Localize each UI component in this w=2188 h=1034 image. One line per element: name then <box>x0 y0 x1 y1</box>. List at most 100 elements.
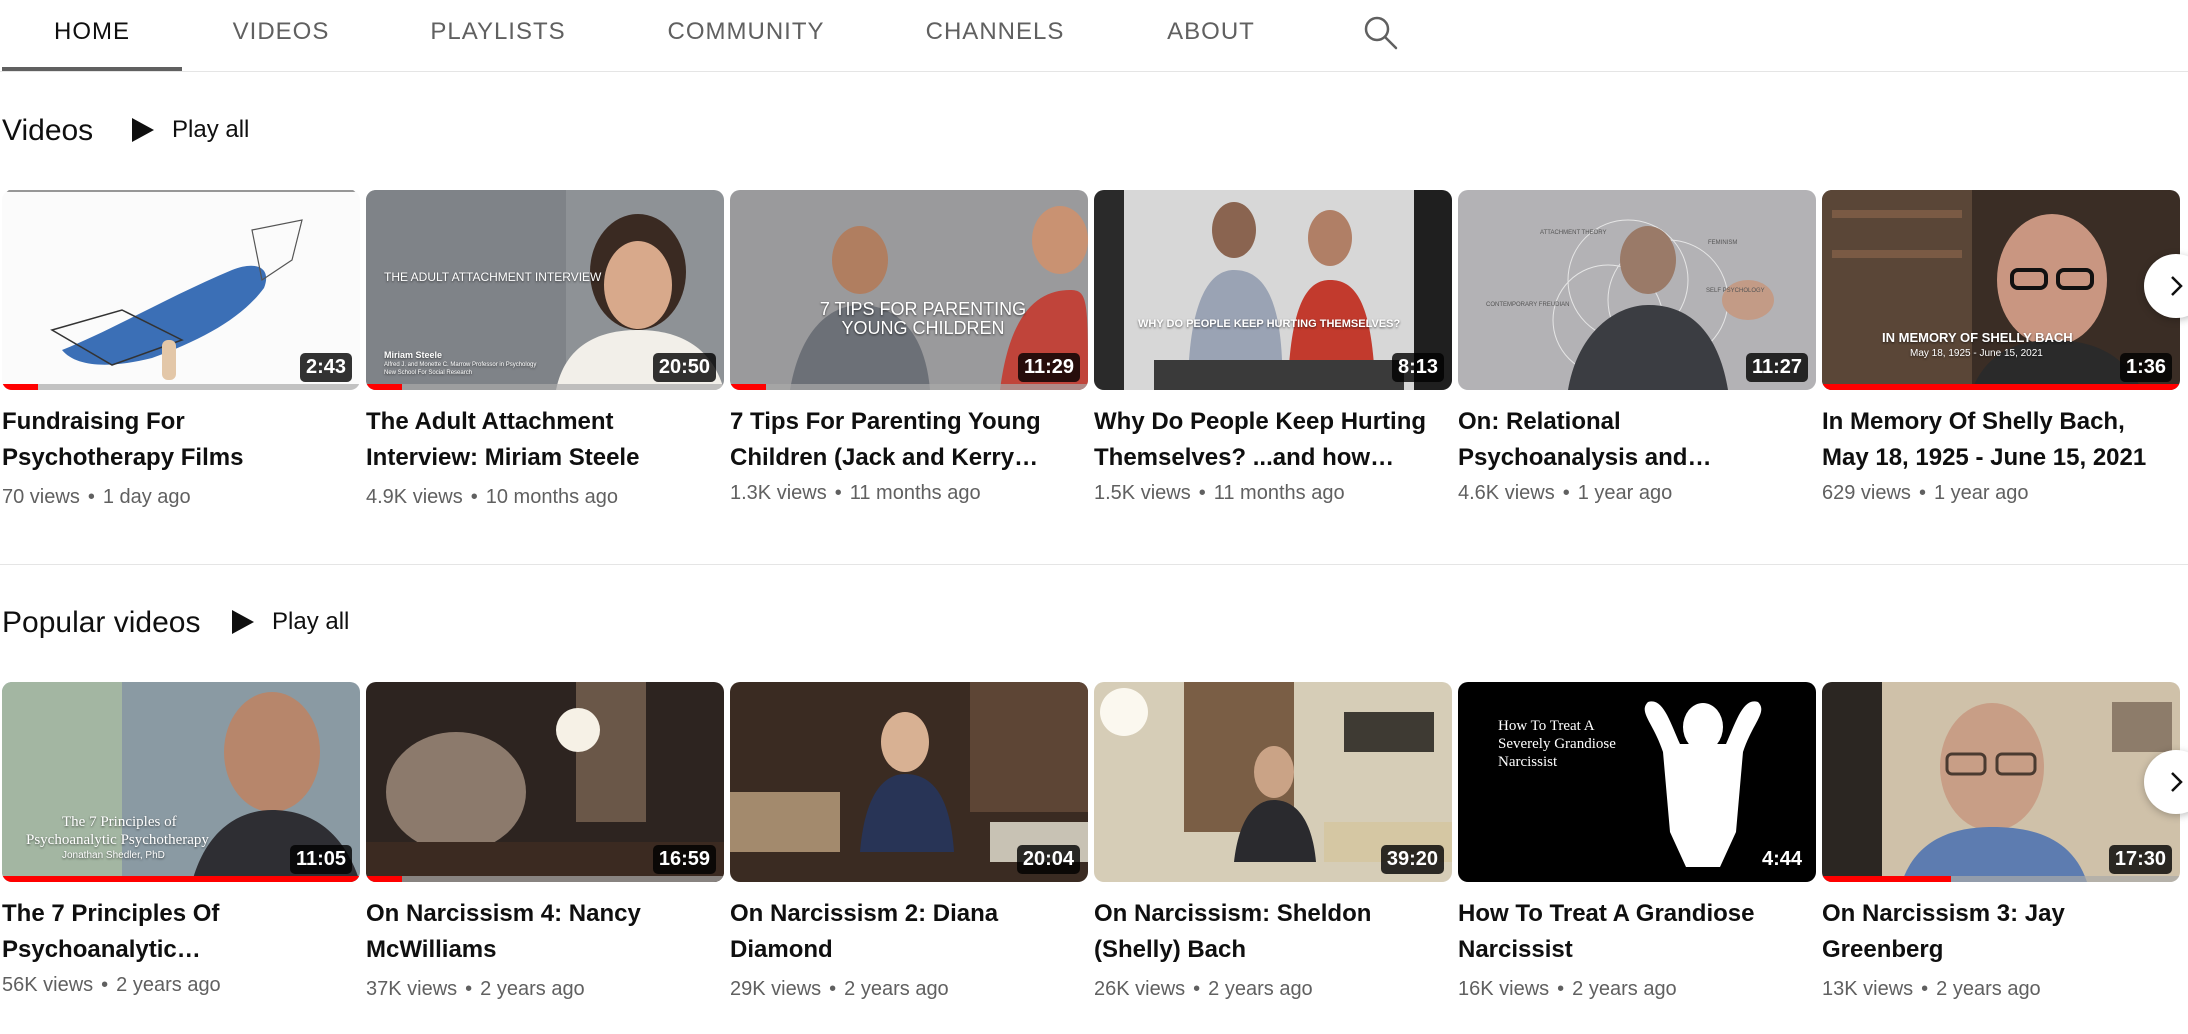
thumbnail-keyword: SELF PSYCHOLOGY <box>1706 288 1765 294</box>
video-title[interactable]: On Narcissism 4: Nancy McWilliams <box>366 896 711 968</box>
video-title[interactable]: How To Treat A Grandiose Narcissist <box>1458 896 1803 968</box>
video-card[interactable]: 20:04 On Narcissism 2: Diana Diamond 29K… <box>730 682 1088 1001</box>
thumbnail-headline: IN MEMORY OF SHELLY BACH <box>1882 330 2073 345</box>
video-thumbnail[interactable]: ATTACHMENT THEORY FEMINISM CONTEMPORARY … <box>1458 190 1816 390</box>
video-meta: 29K views • 2 years ago <box>730 978 1088 1001</box>
video-thumbnail[interactable]: 7 TIPS FOR PARENTING YOUNG CHILDREN 11:2… <box>730 190 1088 390</box>
upload-age: 2 years ago <box>844 978 949 1000</box>
upload-age: 2 years ago <box>1936 978 2041 1000</box>
thumbnail-keyword: CONTEMPORARY FREUDIAN <box>1486 302 1570 308</box>
video-duration: 16:59 <box>652 845 716 874</box>
video-title[interactable]: On Narcissism 3: Jay Greenberg <box>1822 896 2167 968</box>
watch-progress <box>730 384 1088 390</box>
meta-separator: • <box>834 482 842 504</box>
thumbnail-headline: Narcissist <box>1498 754 1558 770</box>
video-meta: 26K views • 2 years ago <box>1094 978 1452 1001</box>
video-thumbnail[interactable]: 17:30 <box>1822 682 2180 882</box>
video-duration: 11:05 <box>289 845 352 874</box>
meta-separator: • <box>465 978 473 1000</box>
watch-progress-fill <box>366 384 402 390</box>
watch-progress <box>2 384 360 390</box>
video-title[interactable]: Fundraising For Psychotherapy Films <box>2 404 347 476</box>
shelf-title-popular: Popular videos <box>2 606 201 639</box>
shelf-title-videos: Videos <box>2 114 94 147</box>
video-thumbnail[interactable]: THE ADULT ATTACHMENT INTERVIEW Miriam St… <box>366 190 724 390</box>
video-card[interactable]: 39:20 On Narcissism: Sheldon (Shelly) Ba… <box>1094 682 1452 1001</box>
video-card[interactable]: IN MEMORY OF SHELLY BACH May 18, 1925 - … <box>1822 190 2180 505</box>
video-card[interactable]: 7 TIPS FOR PARENTING YOUNG CHILDREN 11:2… <box>730 190 1088 505</box>
play-all-label: Play all <box>172 116 250 143</box>
play-all-button[interactable]: Play all <box>228 608 349 636</box>
tab-playlists[interactable]: PLAYLISTS <box>400 0 596 70</box>
video-card[interactable]: 17:30 On Narcissism 3: Jay Greenberg 13K… <box>1822 682 2180 1001</box>
view-count: 4.6K views <box>1458 482 1555 504</box>
watch-progress-fill <box>2 876 360 882</box>
video-title[interactable]: The Adult Attachment Interview: Miriam S… <box>366 404 711 476</box>
view-count: 37K views <box>366 978 458 1000</box>
thumbnail-name: Miriam Steele <box>384 350 443 360</box>
video-duration: 1:36 <box>2119 353 2172 382</box>
upload-age: 11 months ago <box>1213 482 1345 504</box>
video-title[interactable]: On Narcissism 2: Diana Diamond <box>730 896 1075 968</box>
play-all-button[interactable]: Play all <box>128 116 249 144</box>
watch-progress-fill <box>1822 876 1951 882</box>
video-title[interactable]: In Memory Of Shelly Bach, May 18, 1925 -… <box>1822 404 2167 476</box>
video-thumbnail[interactable]: The 7 Principles of Psychoanalytic Psych… <box>2 682 360 882</box>
video-title[interactable]: Why Do People Keep Hurting Themselves? .… <box>1094 404 1439 476</box>
search-icon[interactable] <box>1360 12 1400 52</box>
thumbnail-headline: Psychoanalytic Psychotherapy <box>26 832 209 848</box>
video-card[interactable]: 2:43 Fundraising For Psychotherapy Films… <box>2 190 360 509</box>
video-title[interactable]: On Narcissism: Sheldon (Shelly) Bach <box>1094 896 1439 968</box>
chevron-right-icon <box>2171 772 2183 792</box>
video-card[interactable]: WHY DO PEOPLE KEEP HURTING THEMSELVES? 8… <box>1094 190 1452 505</box>
video-title[interactable]: The 7 Principles Of Psychoanalytic Psych… <box>2 896 347 968</box>
video-title[interactable]: 7 Tips For Parenting Young Children (Jac… <box>730 404 1075 476</box>
video-card[interactable]: How To Treat A Severely Grandiose Narcis… <box>1458 682 1816 1001</box>
meta-separator: • <box>1193 978 1201 1000</box>
tab-videos[interactable]: VIDEOS <box>210 0 352 70</box>
view-count: 1.5K views <box>1094 482 1191 504</box>
video-thumbnail[interactable]: WHY DO PEOPLE KEEP HURTING THEMSELVES? 8… <box>1094 190 1452 390</box>
thumbnail-keyword: ATTACHMENT THEORY <box>1540 230 1607 236</box>
video-thumbnail[interactable]: 16:59 <box>366 682 724 882</box>
video-meta: 56K views • 2 years ago <box>2 974 360 997</box>
meta-separator: • <box>101 974 109 996</box>
watch-progress <box>1822 384 2180 390</box>
video-duration: 4:44 <box>1755 845 1808 874</box>
upload-age: 2 years ago <box>1208 978 1313 1000</box>
upload-age: 2 years ago <box>480 978 585 1000</box>
tab-home[interactable]: HOME <box>2 0 182 71</box>
thumbnail-headline: Severely Grandiose <box>1498 736 1616 752</box>
view-count: 629 views <box>1822 482 1911 504</box>
upload-age: 11 months ago <box>849 482 981 504</box>
watch-progress-fill <box>2 384 38 390</box>
video-duration: 17:30 <box>2108 845 2172 874</box>
video-meta: 4.9K views • 10 months ago <box>366 486 724 509</box>
video-thumbnail[interactable]: How To Treat A Severely Grandiose Narcis… <box>1458 682 1816 882</box>
video-duration: 8:13 <box>1391 353 1444 382</box>
video-thumbnail[interactable]: 2:43 <box>2 190 360 390</box>
meta-separator: • <box>1921 978 1929 1000</box>
meta-separator: • <box>1557 978 1565 1000</box>
watch-progress-fill <box>366 876 402 882</box>
video-card[interactable]: THE ADULT ATTACHMENT INTERVIEW Miriam St… <box>366 190 724 509</box>
view-count: 16K views <box>1458 978 1550 1000</box>
video-meta: 1.5K views • 11 months ago <box>1094 482 1452 505</box>
tab-channels[interactable]: CHANNELS <box>900 0 1090 70</box>
tab-community[interactable]: COMMUNITY <box>640 0 852 70</box>
video-thumbnail[interactable]: 20:04 <box>730 682 1088 882</box>
upload-age: 1 year ago <box>1933 482 2029 504</box>
tab-about[interactable]: ABOUT <box>1140 0 1282 70</box>
video-thumbnail[interactable]: 39:20 <box>1094 682 1452 882</box>
video-meta: 70 views • 1 day ago <box>2 486 360 509</box>
video-thumbnail[interactable]: IN MEMORY OF SHELLY BACH May 18, 1925 - … <box>1822 190 2180 390</box>
video-title[interactable]: On: Relational Psychoanalysis and Psycho… <box>1458 404 1803 476</box>
video-meta: 4.6K views • 1 year ago <box>1458 482 1816 505</box>
video-meta: 37K views • 2 years ago <box>366 978 724 1001</box>
video-card[interactable]: ATTACHMENT THEORY FEMINISM CONTEMPORARY … <box>1458 190 1816 505</box>
thumbnail-headline: The 7 Principles of <box>62 814 177 830</box>
meta-separator: • <box>87 486 95 508</box>
video-card[interactable]: The 7 Principles of Psychoanalytic Psych… <box>2 682 360 997</box>
play-icon <box>132 118 154 142</box>
video-card[interactable]: 16:59 On Narcissism 4: Nancy McWilliams … <box>366 682 724 1001</box>
